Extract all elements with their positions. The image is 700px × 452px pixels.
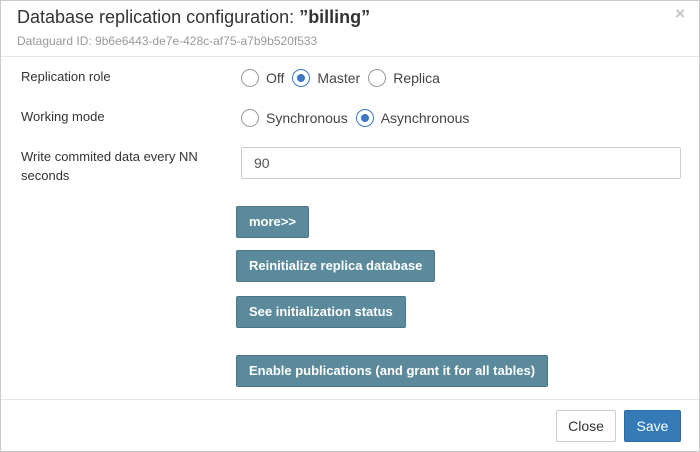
reinitialize-replica-button[interactable]: Reinitialize replica database	[236, 250, 436, 282]
mode-asynchronous-label: Asynchronous	[380, 110, 470, 126]
dataguard-id: Dataguard ID: 9b6e6443-de7e-428c-af75-a7…	[17, 34, 318, 48]
role-master-radio[interactable]	[292, 69, 311, 87]
role-master-label: Master	[317, 70, 361, 86]
dialog-title-prefix: Database replication configuration:	[17, 7, 300, 27]
initialization-status-button[interactable]: See initialization status	[236, 296, 406, 328]
role-replica-option[interactable]: Replica	[368, 69, 440, 87]
database-name: ”billing”	[299, 7, 371, 27]
mode-asynchronous-option[interactable]: Asynchronous	[355, 109, 470, 127]
dialog-title: Database replication configuration: ”bil…	[17, 7, 370, 28]
role-off-radio[interactable]	[241, 69, 259, 87]
close-button[interactable]: Close	[556, 410, 616, 442]
dialog-header: Database replication configuration: ”bil…	[1, 1, 699, 57]
replication-role-group: Off Master Replica	[241, 69, 448, 87]
role-replica-radio[interactable]	[368, 69, 387, 87]
write-interval-label: Write commited data every NN seconds	[21, 147, 198, 185]
working-mode-label: Working mode	[21, 109, 105, 124]
working-mode-group: Synchronous Asynchronous	[241, 109, 477, 127]
write-interval-input[interactable]	[241, 147, 681, 179]
save-button[interactable]: Save	[624, 410, 681, 442]
role-off-label: Off	[266, 70, 285, 86]
role-off-option[interactable]: Off	[241, 69, 284, 87]
role-replica-label: Replica	[393, 70, 440, 86]
more-button[interactable]: more>>	[236, 206, 309, 238]
close-icon[interactable]: ×	[675, 5, 685, 22]
write-interval-label-line2: seconds	[21, 168, 70, 183]
replication-role-label: Replication role	[21, 69, 111, 84]
write-interval-label-line1: Write commited data every NN	[21, 149, 198, 164]
enable-publications-button[interactable]: Enable publications (and grant it for al…	[236, 355, 549, 387]
mode-synchronous-option[interactable]: Synchronous	[241, 109, 348, 127]
replication-config-dialog: Database replication configuration: ”bil…	[0, 0, 700, 452]
dialog-footer: Close Save	[1, 399, 699, 452]
mode-asynchronous-radio[interactable]	[355, 109, 374, 127]
role-master-option[interactable]: Master	[292, 69, 360, 87]
mode-synchronous-radio[interactable]	[241, 109, 259, 127]
mode-synchronous-label: Synchronous	[266, 110, 348, 126]
